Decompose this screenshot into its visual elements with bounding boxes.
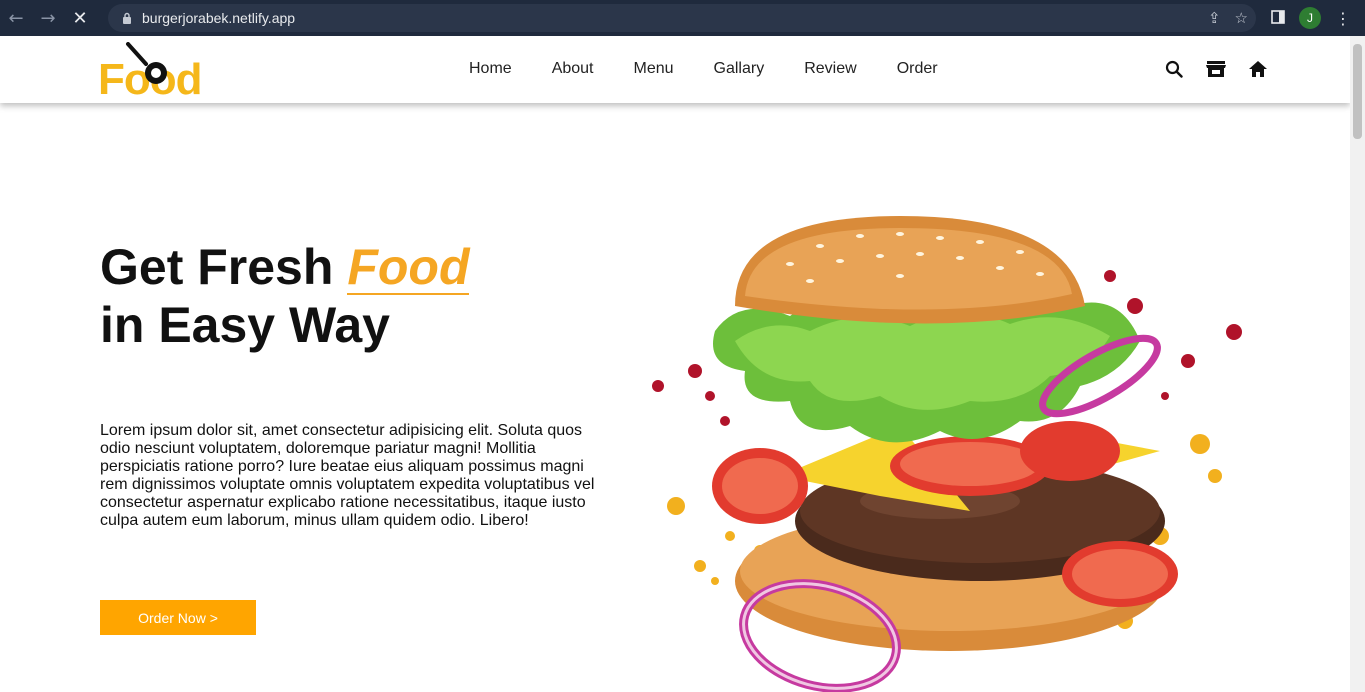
bookmark-star-icon[interactable]: ☆ (1235, 9, 1248, 27)
hero-title: Get Fresh Food in Easy Way (100, 238, 470, 354)
address-bar[interactable]: burgerjorabek.netlify.app ⇪ ☆ (108, 4, 1256, 32)
hero-description: Lorem ipsum dolor sit, amet consectetur … (100, 422, 595, 529)
browser-toolbar: ← → ✕ burgerjorabek.netlify.app ⇪ ☆ J ⋮ (0, 0, 1365, 36)
header-icons (1163, 58, 1269, 80)
hero-title-accent: Food (347, 239, 470, 295)
home-icon[interactable] (1247, 58, 1269, 80)
main-nav: Home About Menu Gallary Review Order (469, 60, 978, 78)
page-scrollbar[interactable] (1350, 36, 1365, 692)
site-logo[interactable]: Food (98, 42, 204, 104)
more-menu-icon[interactable]: ⋮ (1335, 9, 1351, 28)
burger-image (652, 216, 1242, 692)
nav-about[interactable]: About (552, 60, 594, 78)
back-arrow-icon[interactable]: ← (0, 0, 32, 36)
store-icon[interactable] (1205, 58, 1227, 80)
nav-review[interactable]: Review (804, 60, 856, 78)
order-now-button[interactable]: Order Now > (100, 600, 256, 635)
scrollbar-thumb[interactable] (1353, 44, 1362, 139)
search-icon[interactable] (1163, 58, 1185, 80)
side-panel-icon[interactable] (1271, 9, 1285, 28)
profile-avatar[interactable]: J (1299, 7, 1321, 29)
nav-gallary[interactable]: Gallary (714, 60, 765, 78)
page: Food Home About Menu Gallary Review Orde… (0, 36, 1350, 692)
nav-menu[interactable]: Menu (634, 60, 674, 78)
forward-arrow-icon[interactable]: → (32, 0, 64, 36)
hero-title-line2: in Easy Way (100, 297, 390, 353)
stop-loading-icon[interactable]: ✕ (64, 0, 96, 36)
spoon-icon (126, 42, 167, 84)
lock-icon[interactable] (120, 11, 134, 25)
site-header: Food Home About Menu Gallary Review Orde… (0, 36, 1350, 104)
nav-home[interactable]: Home (469, 60, 512, 78)
url-text[interactable]: burgerjorabek.netlify.app (142, 10, 295, 26)
share-icon[interactable]: ⇪ (1208, 9, 1221, 27)
nav-order[interactable]: Order (897, 60, 938, 78)
hero-title-part1: Get Fresh (100, 239, 334, 295)
